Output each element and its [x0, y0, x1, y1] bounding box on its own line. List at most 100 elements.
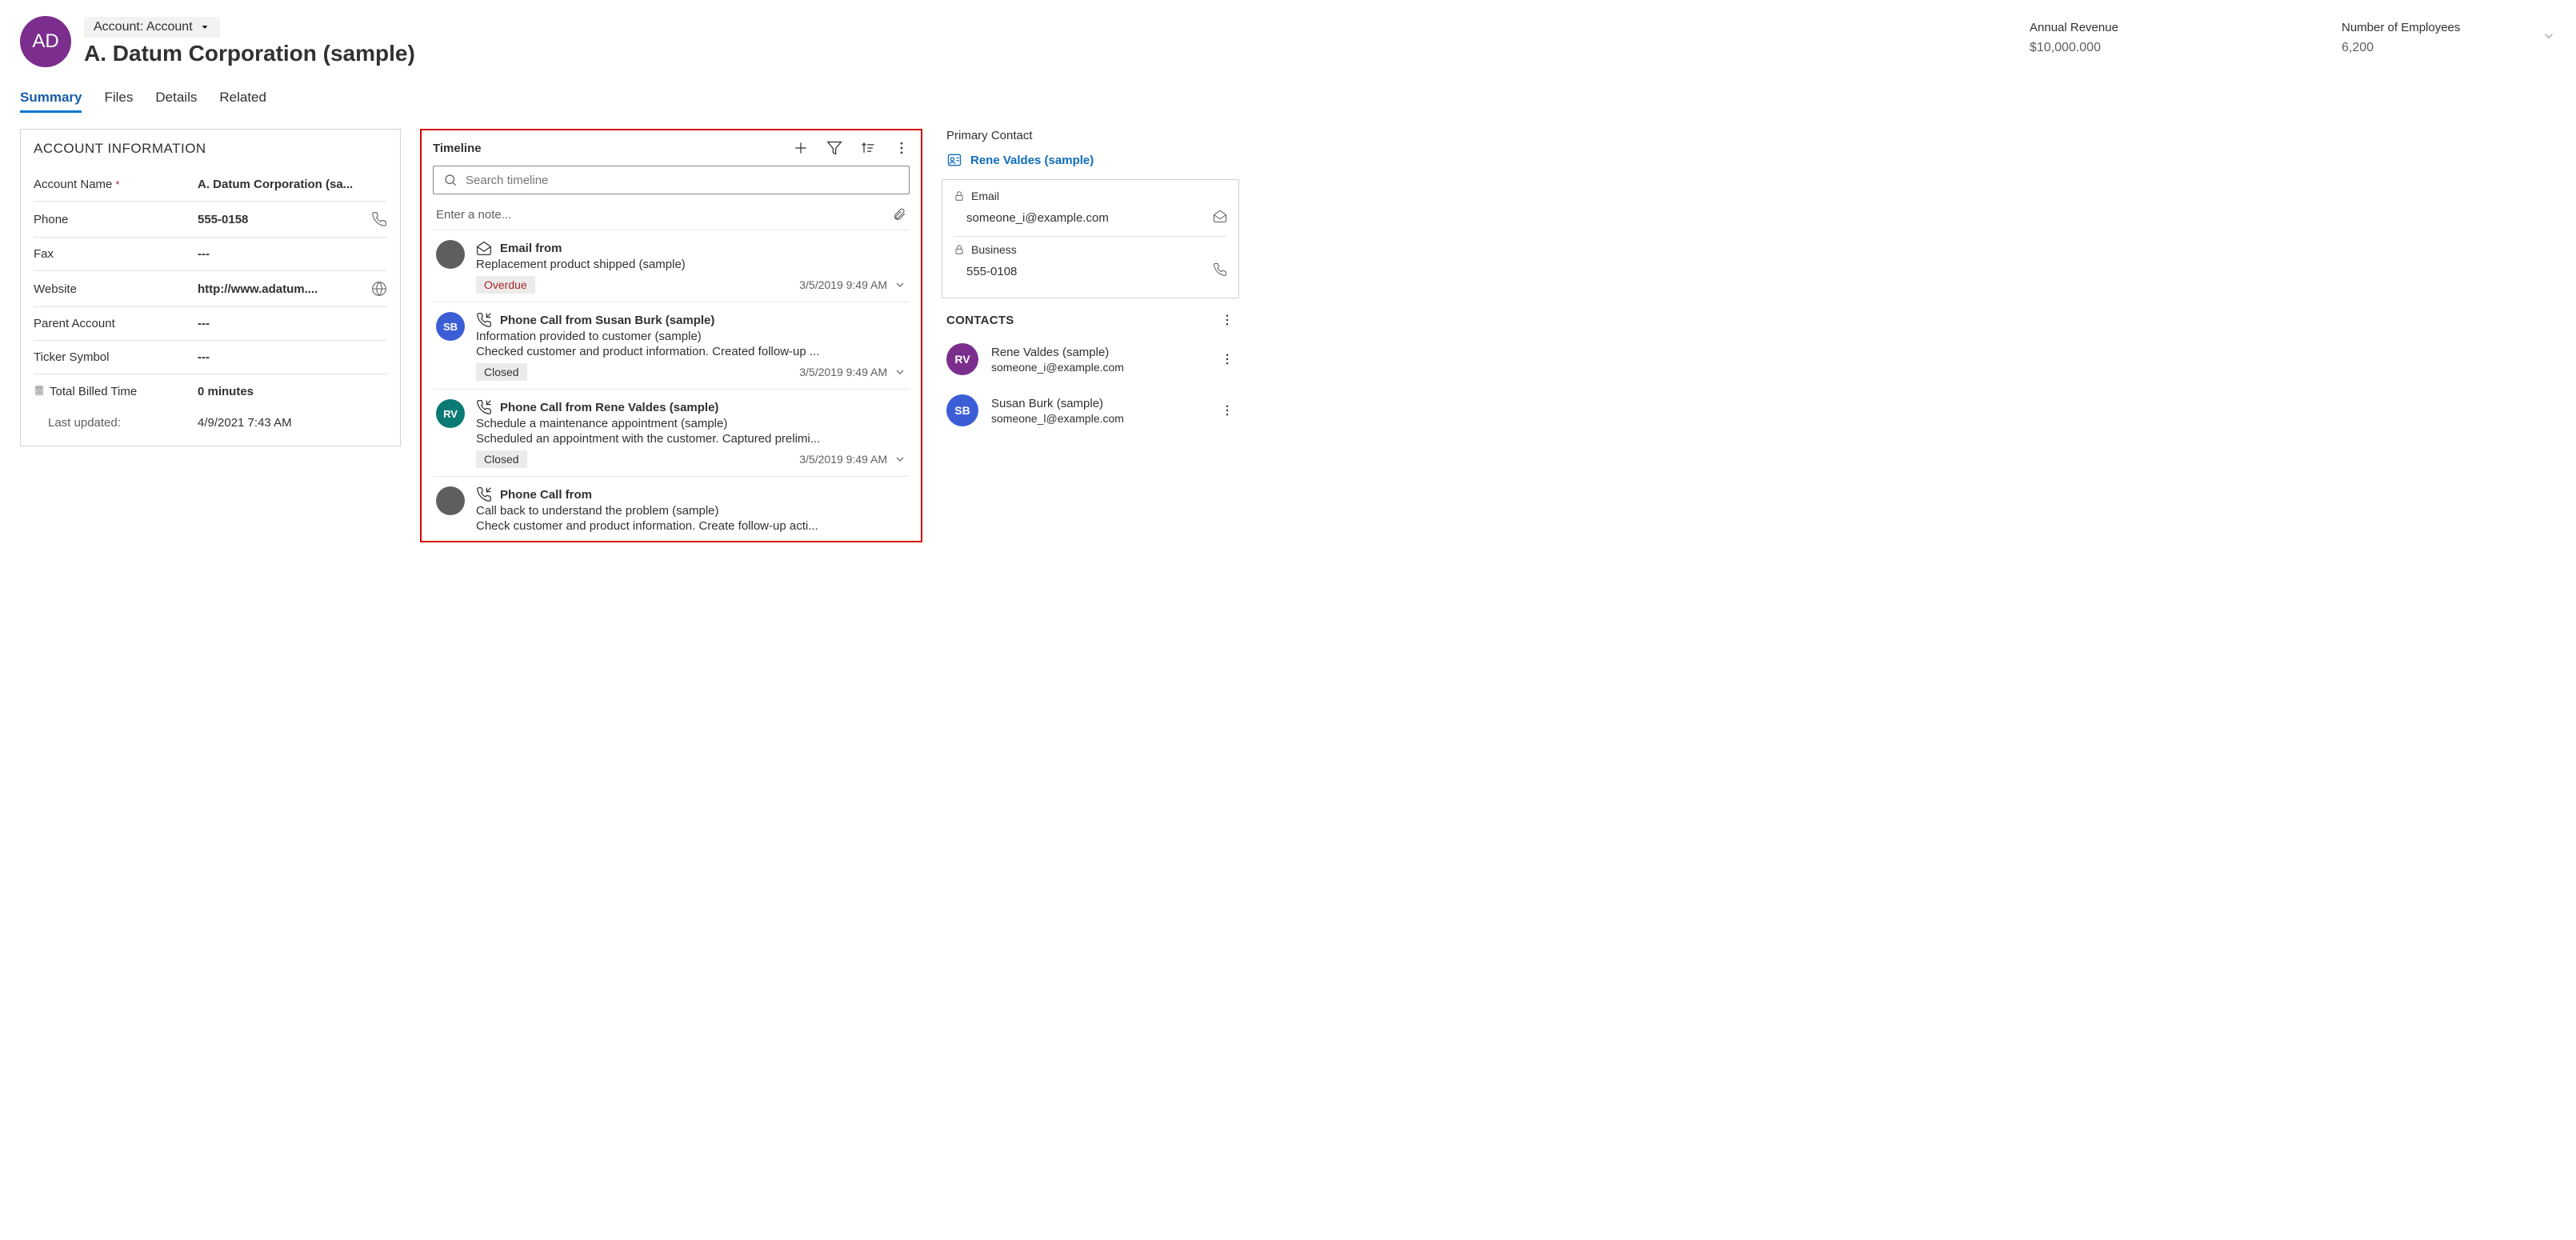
- timeline-item[interactable]: SB Phone Call from Susan Burk (sample) I…: [433, 302, 910, 390]
- stat-value: 6,200: [2342, 41, 2502, 55]
- field-business-phone: Business: [954, 243, 1227, 256]
- timeline-add-button[interactable]: [793, 140, 809, 156]
- timeline-item-desc: Scheduled an appointment with the custom…: [476, 432, 906, 446]
- timeline-item-heading: Phone Call from: [500, 488, 592, 502]
- status-badge: Overdue: [476, 276, 535, 294]
- email-value: someone_i@example.com: [966, 211, 1109, 225]
- field-ticker[interactable]: Ticker Symbol ---: [34, 341, 387, 374]
- timeline-item[interactable]: Email from Replacement product shipped (…: [433, 230, 910, 302]
- field-account-name[interactable]: Account Name* A. Datum Corporation (sa..…: [34, 168, 387, 202]
- contact-email: someone_i@example.com: [991, 361, 1124, 374]
- search-icon: [443, 173, 458, 187]
- timeline-filter-button[interactable]: [826, 140, 842, 156]
- primary-contact-card: Email someone_i@example.com Business 555…: [942, 179, 1239, 298]
- record-avatar: AD: [20, 16, 71, 67]
- timeline-note-input[interactable]: Enter a note...: [433, 199, 910, 230]
- timeline-item-subject: Schedule a maintenance appointment (samp…: [476, 417, 906, 430]
- tab-related[interactable]: Related: [219, 90, 266, 113]
- avatar: SB: [436, 312, 465, 341]
- phone-value: 555-0108: [966, 265, 1017, 278]
- contacts-list: RV Rene Valdes (sample) someone_i@exampl…: [942, 334, 1239, 436]
- contacts-title: CONTACTS: [946, 314, 1014, 327]
- tab-files[interactable]: Files: [104, 90, 133, 113]
- mail-icon[interactable]: [1213, 209, 1227, 226]
- field-last-updated: Last updated: 4/9/2021 7:43 AM: [34, 408, 387, 430]
- chevron-down-icon[interactable]: [894, 453, 906, 466]
- timeline-more-button[interactable]: [894, 140, 910, 156]
- calculator-icon: [34, 385, 45, 396]
- phone-icon: [476, 312, 492, 328]
- stat-value: $10,000.000: [2030, 41, 2190, 55]
- timeline-item-heading: Phone Call from Rene Valdes (sample): [500, 401, 718, 414]
- stat-employees: Number of Employees 6,200: [2342, 21, 2502, 55]
- phone-icon: [476, 486, 492, 502]
- contact-row[interactable]: RV Rene Valdes (sample) someone_i@exampl…: [942, 334, 1239, 385]
- timeline-item-heading: Phone Call from Susan Burk (sample): [500, 314, 714, 327]
- status-badge: Closed: [476, 450, 527, 468]
- stat-annual-revenue: Annual Revenue $10,000.000: [2030, 21, 2190, 55]
- timeline-title: Timeline: [433, 142, 793, 155]
- record-header: AD Account: Account A. Datum Corporation…: [20, 16, 2556, 67]
- contact-row[interactable]: SB Susan Burk (sample) someone_l@example…: [942, 385, 1239, 436]
- field-total-billed: Total Billed Time 0 minutes: [34, 374, 387, 408]
- field-parent-account[interactable]: Parent Account ---: [34, 307, 387, 341]
- timeline-item-date: 3/5/2019 9:49 AM: [799, 278, 906, 291]
- timeline-search-input[interactable]: [466, 174, 899, 187]
- lock-icon: [954, 244, 965, 255]
- tabs: Summary Files Details Related: [20, 90, 2556, 113]
- chevron-down-icon: [199, 22, 210, 33]
- form-selector[interactable]: Account: Account: [84, 17, 220, 38]
- avatar: [436, 486, 465, 515]
- timeline-search[interactable]: [433, 166, 910, 194]
- lock-icon: [954, 190, 965, 202]
- stat-label: Number of Employees: [2342, 21, 2502, 34]
- form-selector-label: Account: Account: [94, 20, 193, 34]
- contact-card-icon: [946, 152, 962, 168]
- primary-contact-link[interactable]: Rene Valdes (sample): [942, 150, 1239, 179]
- email-icon: [476, 240, 492, 256]
- attach-icon[interactable]: [892, 207, 906, 222]
- avatar: RV: [436, 399, 465, 428]
- globe-icon[interactable]: [371, 281, 387, 297]
- chevron-down-icon: [2542, 29, 2556, 43]
- timeline-item-subject: Information provided to customer (sample…: [476, 330, 906, 343]
- contact-more-button[interactable]: [1220, 403, 1234, 418]
- chevron-down-icon[interactable]: [894, 366, 906, 378]
- required-indicator: *: [115, 178, 119, 190]
- tab-summary[interactable]: Summary: [20, 90, 82, 113]
- page-title: A. Datum Corporation (sample): [84, 41, 415, 66]
- status-badge: Closed: [476, 363, 527, 381]
- contact-more-button[interactable]: [1220, 352, 1234, 366]
- contact-name: Susan Burk (sample): [991, 397, 1124, 410]
- tab-details[interactable]: Details: [155, 90, 197, 113]
- timeline-item-heading: Email from: [500, 242, 562, 255]
- phone-icon: [476, 399, 492, 415]
- timeline-sort-button[interactable]: [860, 140, 876, 156]
- field-website[interactable]: Website http://www.adatum....: [34, 271, 387, 307]
- timeline-item[interactable]: RV Phone Call from Rene Valdes (sample) …: [433, 390, 910, 477]
- timeline-item-desc: Checked customer and product information…: [476, 345, 906, 358]
- timeline-list: Email from Replacement product shipped (…: [433, 230, 910, 541]
- phone-icon[interactable]: [1213, 262, 1227, 280]
- avatar: RV: [946, 343, 978, 375]
- timeline-item-subject: Call back to understand the problem (sam…: [476, 504, 906, 518]
- avatar: SB: [946, 394, 978, 426]
- chevron-down-icon[interactable]: [894, 278, 906, 291]
- field-phone[interactable]: Phone 555-0158: [34, 202, 387, 238]
- field-fax[interactable]: Fax ---: [34, 238, 387, 271]
- phone-icon[interactable]: [371, 211, 387, 227]
- stat-label: Annual Revenue: [2030, 21, 2190, 34]
- account-info-panel: ACCOUNT INFORMATION Account Name* A. Dat…: [20, 129, 401, 446]
- header-expand[interactable]: [2542, 16, 2556, 46]
- field-email: Email: [954, 190, 1227, 202]
- avatar: [436, 240, 465, 269]
- timeline-item-date: 3/5/2019 9:49 AM: [799, 453, 906, 466]
- contacts-more-button[interactable]: [1220, 313, 1234, 327]
- timeline-panel: Timeline Enter a note... Email from Repl…: [420, 129, 922, 542]
- timeline-item-desc: Check customer and product information. …: [476, 519, 906, 533]
- contact-name: Rene Valdes (sample): [991, 346, 1124, 359]
- timeline-item[interactable]: Phone Call from Call back to understand …: [433, 477, 910, 541]
- section-title: ACCOUNT INFORMATION: [34, 141, 387, 157]
- timeline-item-date: 3/5/2019 9:49 AM: [799, 366, 906, 378]
- primary-contact-title: Primary Contact: [942, 129, 1239, 142]
